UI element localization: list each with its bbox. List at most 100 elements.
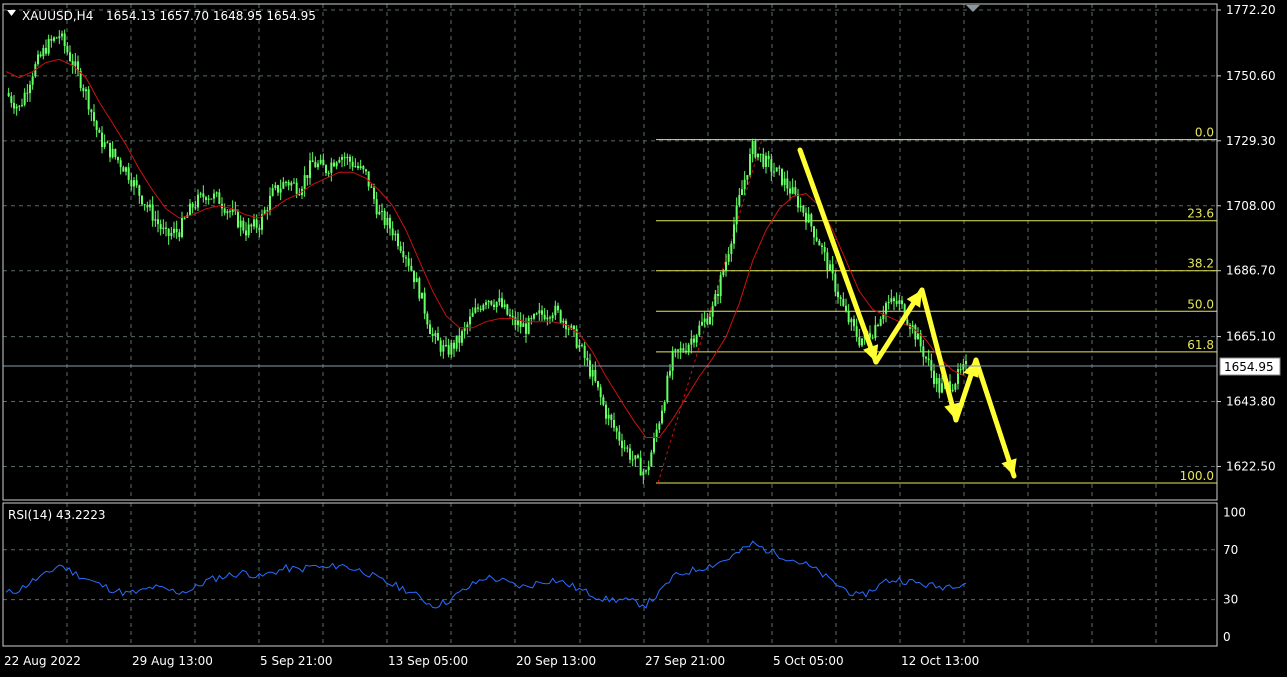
candle-body — [207, 198, 210, 200]
candle-body — [589, 360, 591, 377]
candle-body — [389, 217, 391, 229]
candle-body — [215, 192, 218, 194]
candle-body — [437, 333, 439, 341]
candle-body — [354, 166, 357, 168]
candle-body — [690, 338, 693, 345]
candle-body — [810, 214, 813, 227]
candle-body — [247, 224, 250, 236]
candle-body — [90, 109, 93, 113]
candle-body — [346, 156, 349, 159]
candle-body — [498, 298, 501, 302]
candle-body — [213, 193, 215, 199]
candle-body — [55, 37, 58, 39]
candle-body — [626, 447, 629, 449]
rsi-tick-label: 30 — [1223, 593, 1238, 607]
candle-body — [45, 47, 47, 54]
candle-body — [370, 186, 373, 188]
candle-body — [789, 188, 791, 194]
candle-body — [226, 211, 229, 213]
candle-body — [695, 335, 698, 343]
candle-body — [650, 452, 653, 467]
candle-body — [719, 275, 722, 297]
candle-body — [23, 92, 26, 105]
candle-body — [391, 228, 394, 236]
rsi-tick-label: 0 — [1223, 630, 1231, 644]
candle-body — [269, 195, 271, 212]
candle-body — [738, 194, 741, 206]
price-chart[interactable]: 0.0 23.6 38.2 50.0 61.8 100.0 1772.20 1750.60 1… — [0, 0, 1287, 673]
candle-body — [63, 33, 66, 47]
candle-body — [551, 315, 554, 319]
chart-window: 0.0 23.6 38.2 50.0 61.8 100.0 1772.20 1750.60 1… — [0, 0, 1287, 673]
candle-body — [815, 237, 818, 241]
candle-body — [549, 317, 551, 319]
price-tick-label: 1643.80 — [1226, 395, 1276, 409]
candle-body — [610, 414, 613, 420]
candle-body — [778, 167, 781, 169]
candle-body — [727, 253, 730, 262]
candle-body — [930, 360, 933, 371]
candle-body — [439, 340, 442, 352]
candle-body — [658, 423, 661, 430]
candle-body — [10, 96, 13, 103]
candle-body — [794, 187, 797, 195]
candle-body — [901, 300, 903, 305]
candle-body — [325, 165, 327, 174]
candle-body — [634, 455, 637, 460]
candle-body — [87, 89, 90, 110]
candle-body — [317, 163, 319, 168]
candle-body — [271, 188, 274, 196]
candle-body — [293, 182, 295, 184]
candle-body — [445, 345, 447, 347]
candle-body — [349, 156, 351, 162]
candle-body — [122, 167, 125, 172]
candle-body — [927, 358, 930, 361]
candle-body — [506, 304, 509, 315]
candle-body — [586, 358, 589, 361]
candle-body — [181, 217, 183, 238]
candle-body — [138, 185, 141, 196]
candle-body — [178, 232, 181, 238]
fib-level-label: 100.0 — [1180, 469, 1214, 483]
price-tick-label: 1622.50 — [1226, 460, 1276, 474]
candle-body — [362, 166, 365, 170]
candle-body — [845, 305, 847, 312]
candle-body — [69, 52, 71, 61]
candle-body — [631, 459, 634, 461]
candle-body — [423, 292, 426, 314]
candle-body — [501, 298, 503, 307]
candle-body — [837, 291, 839, 298]
candle-body — [357, 166, 359, 169]
candle-body — [754, 140, 757, 158]
candle-body — [103, 142, 106, 148]
candle-body — [341, 157, 343, 160]
candle-body — [479, 308, 482, 310]
symbol-label[interactable]: XAUUSD,H4 — [22, 9, 93, 23]
candle-body — [594, 369, 597, 382]
candle-body — [359, 166, 362, 169]
fib-level-label: 50.0 — [1187, 297, 1214, 311]
candle-body — [149, 204, 151, 208]
candle-body — [877, 324, 879, 326]
time-tick-label: 12 Oct 13:00 — [901, 654, 979, 668]
candle-body — [135, 180, 138, 186]
candle-body — [759, 153, 762, 155]
candle-body — [125, 167, 127, 172]
candle-body — [765, 155, 767, 167]
candle-body — [37, 54, 39, 65]
candle-body — [671, 350, 674, 371]
candle-body — [327, 172, 330, 174]
candle-body — [330, 162, 333, 173]
candle-body — [98, 130, 101, 133]
candle-body — [829, 264, 831, 271]
candle-body — [962, 364, 965, 370]
candle-body — [21, 104, 23, 106]
candle-body — [509, 314, 511, 316]
candle-body — [223, 208, 226, 213]
candle-body — [706, 318, 709, 324]
candle-body — [405, 257, 407, 259]
candle-body — [415, 278, 418, 283]
candle-body — [853, 319, 855, 327]
candle-body — [914, 325, 917, 340]
candle-body — [535, 313, 538, 315]
